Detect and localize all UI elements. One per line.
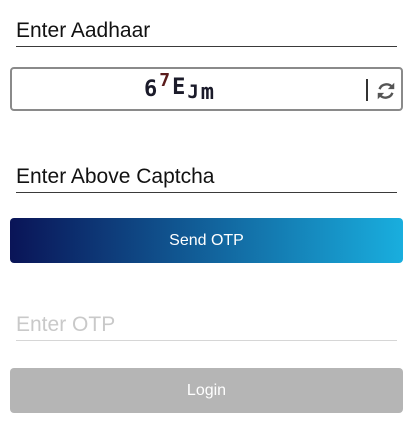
captcha-input-placeholder: Enter Above Captcha bbox=[16, 165, 215, 188]
captcha-input[interactable]: Enter Above Captcha bbox=[16, 162, 397, 193]
otp-input[interactable]: Enter OTP bbox=[16, 310, 397, 341]
captcha-char: m bbox=[200, 80, 217, 105]
captcha-image: 67EJm bbox=[144, 70, 254, 105]
refresh-icon bbox=[377, 82, 395, 100]
aadhaar-input[interactable]: Enter Aadhaar bbox=[16, 16, 397, 47]
login-label: Login bbox=[186, 381, 227, 399]
aadhaar-placeholder: Enter Aadhaar bbox=[16, 19, 151, 42]
captcha-box: 67EJm bbox=[10, 67, 403, 111]
captcha-char: E bbox=[172, 75, 188, 100]
send-otp-label: Send OTP bbox=[169, 231, 244, 249]
login-button[interactable]: Login bbox=[10, 368, 403, 413]
captcha-separator bbox=[366, 79, 368, 101]
send-otp-button[interactable]: Send OTP bbox=[10, 218, 403, 263]
otp-placeholder: Enter OTP bbox=[16, 313, 116, 336]
captcha-char: 6 bbox=[144, 77, 160, 102]
captcha-char: 7 bbox=[159, 70, 173, 91]
captcha-char: J bbox=[187, 81, 201, 103]
refresh-captcha-button[interactable] bbox=[373, 78, 399, 104]
